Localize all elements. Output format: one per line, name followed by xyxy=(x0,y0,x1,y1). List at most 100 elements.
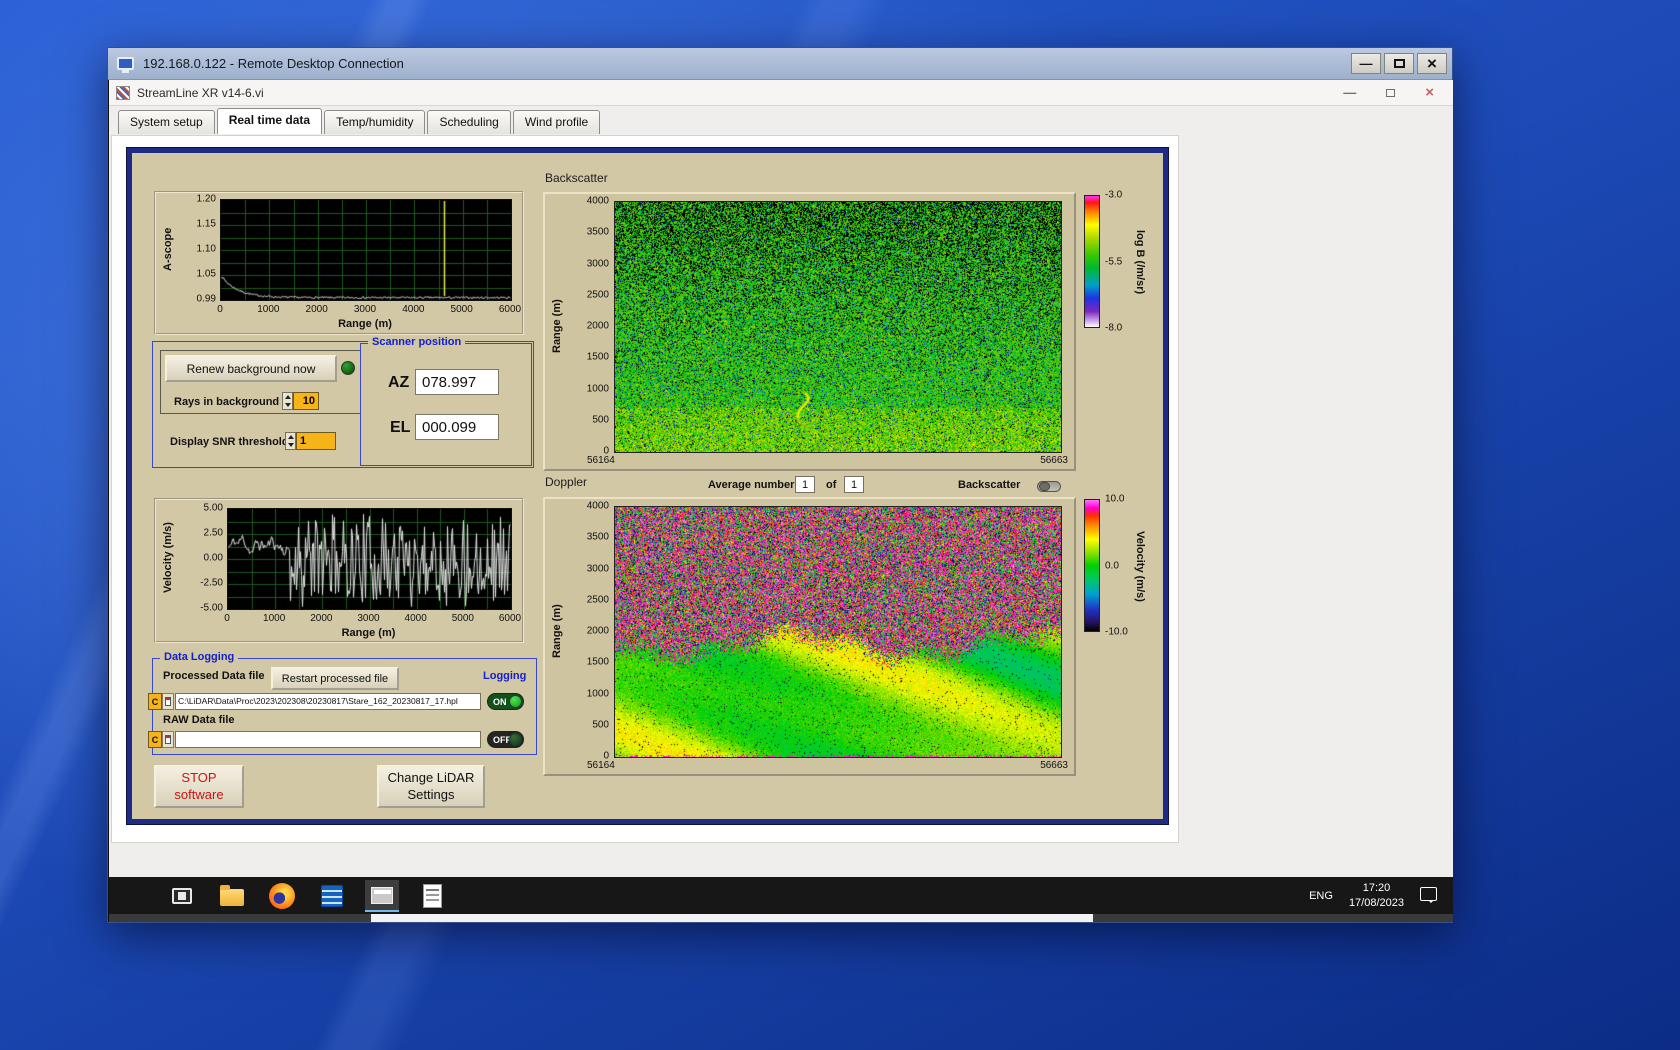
tab-system-setup[interactable]: System setup xyxy=(118,110,215,134)
ascope-y-axis-label: A-scope xyxy=(162,227,174,271)
azimuth-value: 078.997 xyxy=(415,369,499,395)
renew-background-button[interactable]: Renew background now xyxy=(165,355,337,382)
panel-frame: A-scope 1.20 1.15 1.10 1.05 0.99 0 1000 2000 30… xyxy=(126,147,1169,825)
backscatter-colorbar-ticks: -3.0 -5.5 -8.0 xyxy=(1105,190,1135,334)
tab-real-time-data[interactable]: Real time data xyxy=(216,108,323,134)
on-label: ON xyxy=(493,696,507,707)
rdp-minimize-button[interactable]: — xyxy=(1351,53,1381,74)
tick-label: 2.50 xyxy=(203,527,223,539)
tab-wind-profile[interactable]: Wind profile xyxy=(512,110,601,134)
rays-in-background-value[interactable]: 10 xyxy=(293,392,319,410)
raw-data-file-label: RAW Data file xyxy=(163,714,235,726)
rdp-maximize-button[interactable] xyxy=(1384,53,1414,74)
tick-label: 1.10 xyxy=(196,243,216,255)
doppler-section-title: Doppler xyxy=(545,475,588,489)
browse-file-icon[interactable] xyxy=(162,731,174,748)
doppler-colorbar xyxy=(1084,499,1100,632)
doppler-plot-frame: Range (m) 4000 3500 3000 2500 2000 1500 1000 50… xyxy=(543,497,1076,776)
velocity-x-ticks: 0 1000 2000 3000 4000 5000 6000 xyxy=(224,613,521,625)
tick-label: 1500 xyxy=(586,656,609,668)
tick-label: 6000 xyxy=(498,304,522,315)
taskbar-active-app-button[interactable] xyxy=(365,879,399,912)
elevation-value: 000.099 xyxy=(415,414,499,440)
firefox-icon xyxy=(269,882,295,909)
app-restore-icon[interactable] xyxy=(1386,88,1396,97)
raw-logging-toggle[interactable]: OFF xyxy=(487,731,524,748)
tick-label: 0.00 xyxy=(203,552,223,564)
increment-decrement-icon[interactable] xyxy=(285,432,296,450)
tab-temp-humidity[interactable]: Temp/humidity xyxy=(324,110,426,134)
rdp-computer-icon xyxy=(117,57,134,73)
rdp-titlebar[interactable]: 192.168.0.122 - Remote Desktop Connectio… xyxy=(108,48,1452,80)
processed-logging-toggle[interactable]: ON xyxy=(487,693,524,710)
rays-in-background-label: Rays in background xyxy=(174,396,280,408)
backscatter-section-title: Backscatter xyxy=(545,171,608,185)
processed-file-path-field[interactable]: C:\LiDAR\Data\Proc\2023\202308\20230817\… xyxy=(175,693,481,710)
toggle-knob-icon xyxy=(509,695,522,708)
snr-threshold-stepper[interactable]: 1 xyxy=(285,432,336,450)
tick-label: 2000 xyxy=(586,320,609,332)
change-lidar-settings-button[interactable]: Change LiDAR Settings xyxy=(377,765,485,808)
tick-label: 1.15 xyxy=(196,218,216,230)
rdp-close-button[interactable]: × xyxy=(1417,53,1447,74)
backscatter-y-ticks: 4000 3500 3000 2500 2000 1500 1000 500 0 xyxy=(576,196,611,457)
app-minimize-icon[interactable]: — xyxy=(1343,85,1356,100)
tick-label: 1.05 xyxy=(196,268,216,280)
tick-label: -2.50 xyxy=(200,577,223,589)
average-number-value[interactable]: 1 xyxy=(795,476,815,493)
tick-label: 500 xyxy=(592,414,609,426)
language-indicator[interactable]: ENG xyxy=(1309,890,1333,902)
taskbar-file-explorer-button[interactable] xyxy=(215,880,249,912)
scrollbar-thumb[interactable] xyxy=(371,914,1093,922)
browse-file-icon[interactable] xyxy=(162,693,174,710)
tab-bar: System setup Real time data Temp/humidit… xyxy=(109,106,1453,134)
velocity-x-axis-label: Range (m) xyxy=(341,627,396,639)
toggle-knob-icon xyxy=(509,733,522,746)
taskbar-firefox-button[interactable] xyxy=(265,880,299,912)
streamline-app-window: StreamLine XR v14-6.vi — × System setup … xyxy=(109,80,1453,877)
taskbar-scan-app-button[interactable] xyxy=(415,880,449,912)
tick-label: 10.0 xyxy=(1105,493,1125,505)
backscatter-x-start: 56164 xyxy=(587,455,615,466)
tick-label: 6000 xyxy=(498,613,522,624)
processed-data-file-label: Processed Data file xyxy=(163,670,265,682)
notification-icon[interactable] xyxy=(1420,887,1437,903)
maximize-icon xyxy=(1393,59,1405,68)
restart-processed-file-button[interactable]: Restart processed file xyxy=(271,667,399,690)
drive-icon[interactable]: C xyxy=(148,693,162,710)
snr-threshold-label: Display SNR threshold xyxy=(170,436,289,448)
rdp-window: 192.168.0.122 - Remote Desktop Connectio… xyxy=(107,47,1453,923)
average-count-value[interactable]: 1 xyxy=(844,476,864,493)
tick-label: 1000 xyxy=(257,304,280,315)
increment-decrement-icon[interactable] xyxy=(282,392,293,410)
clock[interactable]: 17:20 17/08/2023 xyxy=(1349,881,1404,911)
remote-desktop-screen: StreamLine XR v14-6.vi — × System setup … xyxy=(109,80,1453,922)
tick-label: -8.0 xyxy=(1105,322,1123,334)
snr-threshold-value[interactable]: 1 xyxy=(296,432,336,450)
folder-icon xyxy=(220,885,244,906)
rays-in-background-stepper[interactable]: 10 xyxy=(282,392,319,410)
rdp-horizontal-scrollbar[interactable] xyxy=(109,914,1453,922)
elevation-label: EL xyxy=(390,419,411,436)
tick-label: 0.0 xyxy=(1105,560,1119,571)
blue-app-icon xyxy=(321,884,343,907)
backscatter-heatmap-canvas xyxy=(614,201,1062,453)
stop-software-button[interactable]: STOP software xyxy=(154,765,244,808)
drive-icon[interactable]: C xyxy=(148,731,162,748)
app-close-icon[interactable]: × xyxy=(1425,84,1434,101)
app-titlebar[interactable]: StreamLine XR v14-6.vi — × xyxy=(109,80,1453,106)
backscatter-toggle-slider[interactable] xyxy=(1037,481,1061,492)
renew-status-led xyxy=(341,361,355,375)
scan-app-icon xyxy=(422,883,442,908)
change-button-line2: Settings xyxy=(407,786,455,802)
velocity-plot-canvas xyxy=(227,508,512,610)
taskbar-blue-app-button[interactable] xyxy=(315,880,349,912)
of-label: of xyxy=(826,479,837,491)
tick-label: 5000 xyxy=(450,304,473,315)
doppler-heatmap-canvas xyxy=(614,506,1062,758)
raw-file-path-field[interactable] xyxy=(175,731,481,748)
taskbar-task-view-button[interactable] xyxy=(165,880,199,912)
average-number-label: Average number xyxy=(708,479,795,491)
tick-label: 4000 xyxy=(404,613,427,624)
tab-scheduling[interactable]: Scheduling xyxy=(427,110,511,134)
